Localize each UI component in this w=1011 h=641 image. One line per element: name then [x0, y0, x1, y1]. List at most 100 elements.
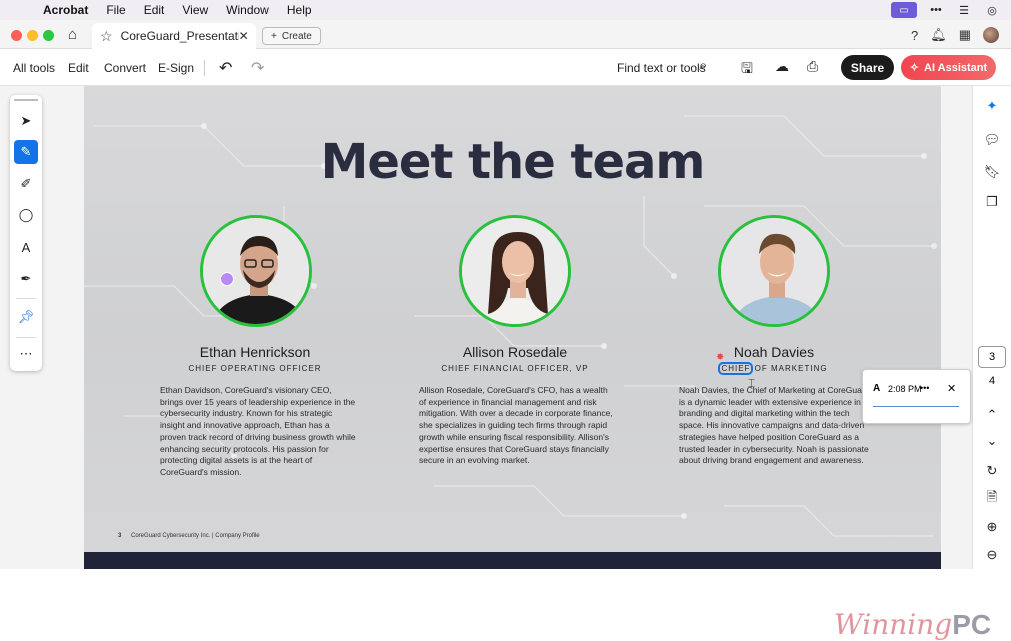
person-3-bio: Noah Davies, the Chief of Marketing at C… [679, 385, 872, 466]
close-window-button[interactable] [11, 30, 22, 41]
more-icon[interactable]: ••• [927, 2, 945, 18]
comment-time: 2:08 PM [888, 384, 922, 394]
workspace: ➤ ✎ ✐ ◯ A ✒ 📌︎ ⋯ Meet the team Ethan Hen… [0, 86, 1011, 641]
right-side-panel: ✦ 💬︎ 🔖︎ ❐ 3 4 ⌃ ⌄ ↻ 🗎 ⊕ ⊖ [972, 86, 1011, 569]
save-icon[interactable]: 🖫 [741, 58, 753, 82]
tools-divider-2 [16, 337, 36, 338]
comments-icon[interactable]: 💬︎ [983, 131, 1001, 149]
tools-divider [16, 298, 36, 299]
pin-icon[interactable]: 📌︎ [14, 305, 38, 329]
extract-page-icon[interactable]: 🗎 [983, 489, 1001, 508]
slide-title: Meet the team [320, 134, 706, 190]
search-icon[interactable]: ⌕ [699, 57, 707, 74]
all-tools-button[interactable]: All tools [13, 61, 55, 75]
close-tab-icon[interactable]: ✕ [239, 29, 249, 43]
portrait-photo-2 [459, 215, 571, 327]
pdf-page[interactable]: Meet the team Ethan Henrickson CHIEF OPE… [84, 86, 941, 569]
screen-share-icon[interactable]: ▭ [891, 2, 917, 18]
comment-more-icon[interactable]: ••• [920, 383, 929, 393]
redo-icon[interactable]: ↷ [251, 58, 264, 78]
page-up-icon[interactable]: ⌃ [983, 406, 1001, 424]
zoom-in-icon[interactable]: ⊕ [983, 518, 1001, 536]
ai-assistant-label: AI Assistant [924, 61, 988, 74]
footer-text: CoreGuard Cybersecurity Inc. | Company P… [131, 533, 260, 539]
selected-text-chief[interactable]: CHIEF [718, 362, 754, 375]
quick-tools-panel: ➤ ✎ ✐ ◯ A ✒ 📌︎ ⋯ [10, 95, 42, 371]
person-1-bio: Ethan Davidson, CoreGuard's visionary CE… [160, 385, 356, 477]
menu-edit[interactable]: Edit [144, 3, 165, 17]
convert-button[interactable]: Convert [104, 61, 146, 75]
zoom-window-button[interactable] [43, 30, 54, 41]
upload-cloud-icon[interactable]: ☁ [775, 58, 789, 75]
person-2-name: Allison Rosedale [462, 344, 568, 360]
watermark-text-2: PC [952, 609, 992, 640]
watermark-logo: WinningPC [834, 608, 991, 641]
tab-title: CoreGuard_Presentati... [120, 29, 239, 43]
pages-icon[interactable]: ❐ [983, 193, 1001, 211]
home-icon[interactable]: ⌂ [68, 26, 77, 43]
person-1-name: Ethan Henrickson [199, 344, 311, 360]
portrait-photo-1 [200, 215, 312, 327]
panel-grip[interactable] [14, 99, 38, 101]
rotate-icon[interactable]: ↻ [983, 462, 1001, 480]
text-box-icon[interactable]: A [14, 235, 38, 259]
menu-window[interactable]: Window [226, 3, 269, 17]
share-button[interactable]: Share [841, 55, 894, 80]
main-toolbar: All tools Edit Convert E-Sign ↶ ↷ Find t… [0, 49, 1011, 86]
avatar[interactable] [983, 27, 999, 43]
comment-popup[interactable]: A 2:08 PM ••• ✕ [862, 369, 971, 424]
create-button[interactable]: + Create [262, 27, 321, 45]
comment-author-initial: A [873, 383, 881, 394]
apps-grid-icon[interactable]: ▦ [959, 27, 971, 43]
page-bottom-band [84, 552, 941, 569]
app-menu[interactable]: Acrobat [43, 3, 88, 17]
slide-footer: 3 CoreGuard Cybersecurity Inc. | Company… [118, 533, 260, 539]
apple-icon[interactable] [17, 3, 29, 17]
control-center-icon[interactable]: ☰ [955, 2, 973, 18]
select-cursor-icon[interactable]: ➤ [14, 109, 38, 133]
more-tools-icon[interactable]: ⋯ [14, 342, 38, 366]
draw-lasso-icon[interactable]: ◯ [14, 203, 38, 227]
current-page-input[interactable]: 3 [978, 346, 1006, 368]
menu-view[interactable]: View [182, 3, 208, 17]
menu-file[interactable]: File [106, 3, 125, 17]
zoom-out-icon[interactable]: ⊖ [983, 546, 1001, 564]
undo-icon[interactable]: ↶ [219, 58, 232, 78]
ai-sparkle-icon: ✧ [909, 62, 920, 74]
footer-page-number: 3 [118, 533, 122, 539]
total-pages: 4 [988, 375, 996, 387]
document-tab[interactable]: ☆ CoreGuard_Presentati... ✕ [92, 23, 256, 49]
person-2-bio: Allison Rosedale, CoreGuard's CFO, has a… [419, 385, 613, 466]
fill-sign-icon[interactable]: ✒ [14, 267, 38, 291]
bookmarks-icon[interactable]: 🔖︎ [983, 163, 1001, 181]
person-1-role: CHIEF OPERATING OFFICER [188, 364, 322, 373]
menu-help[interactable]: Help [287, 3, 312, 17]
comment-input-field[interactable] [873, 406, 959, 407]
person-3-role-line: CHIEF OF MARKETING [669, 362, 879, 375]
minimize-window-button[interactable] [27, 30, 38, 41]
comment-close-icon[interactable]: ✕ [947, 382, 956, 395]
toolbar-divider [204, 60, 205, 76]
print-icon[interactable]: ⎙ [807, 58, 818, 75]
person-3-role: OF MARKETING [754, 364, 828, 373]
tab-bar: ⌂ ☆ CoreGuard_Presentati... ✕ + Create ?… [0, 20, 1011, 49]
page-down-icon[interactable]: ⌄ [983, 432, 1001, 450]
highlight-pen-icon[interactable]: ✐ [14, 172, 38, 196]
siri-icon[interactable]: ◎ [983, 2, 1001, 18]
comment-marker-icon[interactable] [220, 272, 234, 286]
portrait-photo-3 [718, 215, 830, 327]
person-3-name: Noah Davies [733, 344, 815, 360]
plus-icon: + [271, 30, 277, 42]
macos-menubar: Acrobat File Edit View Window Help ▭ •••… [0, 0, 1011, 20]
help-icon[interactable]: ? [911, 28, 918, 43]
find-text-tools[interactable]: Find text or tools [617, 61, 706, 75]
bell-icon[interactable]: 🔔︎ [930, 27, 947, 43]
esign-button[interactable]: E-Sign [158, 61, 194, 75]
edit-button[interactable]: Edit [68, 61, 89, 75]
ai-summary-icon[interactable]: ✦ [983, 97, 1001, 115]
person-2-role: CHIEF FINANCIAL OFFICER, VP [441, 364, 589, 373]
watermark-text-1: Winning [834, 608, 953, 641]
ai-assistant-button[interactable]: ✧ AI Assistant [901, 55, 996, 80]
add-comment-icon[interactable]: ✎ [14, 140, 38, 164]
star-icon[interactable]: ☆ [100, 28, 113, 45]
